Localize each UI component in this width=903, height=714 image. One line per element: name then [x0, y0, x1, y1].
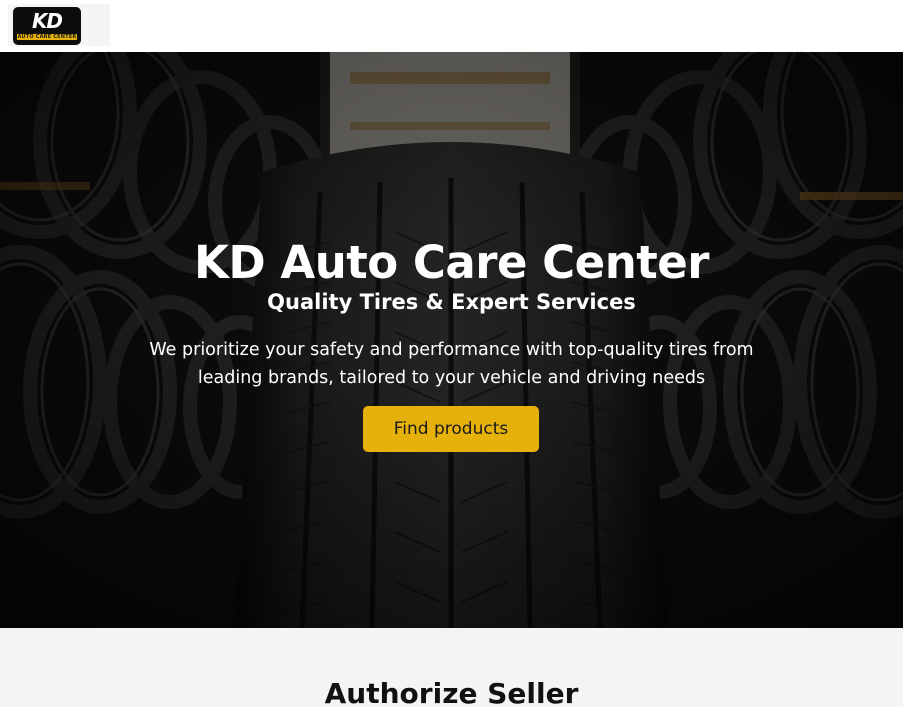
authorized-seller-section: Authorize Seller	[0, 628, 903, 710]
hero-subtitle: Quality Tires & Expert Services	[267, 290, 636, 314]
site-header: KD AUTO CARE CENTER	[0, 0, 903, 52]
section-title: Authorize Seller	[324, 677, 579, 710]
find-products-button[interactable]: Find products	[363, 406, 539, 452]
hero-description: We prioritize your safety and performanc…	[149, 340, 754, 388]
logo-subtext: AUTO CARE CENTER	[17, 34, 77, 40]
logo-kd-text: KD	[31, 9, 63, 33]
brand-logo: KD AUTO CARE CENTER	[13, 7, 81, 45]
hero-section: KD Auto Care Center Quality Tires & Expe…	[0, 52, 903, 628]
logo-link[interactable]: KD AUTO CARE CENTER	[8, 4, 110, 46]
hero-title: KD Auto Care Center	[194, 236, 709, 289]
